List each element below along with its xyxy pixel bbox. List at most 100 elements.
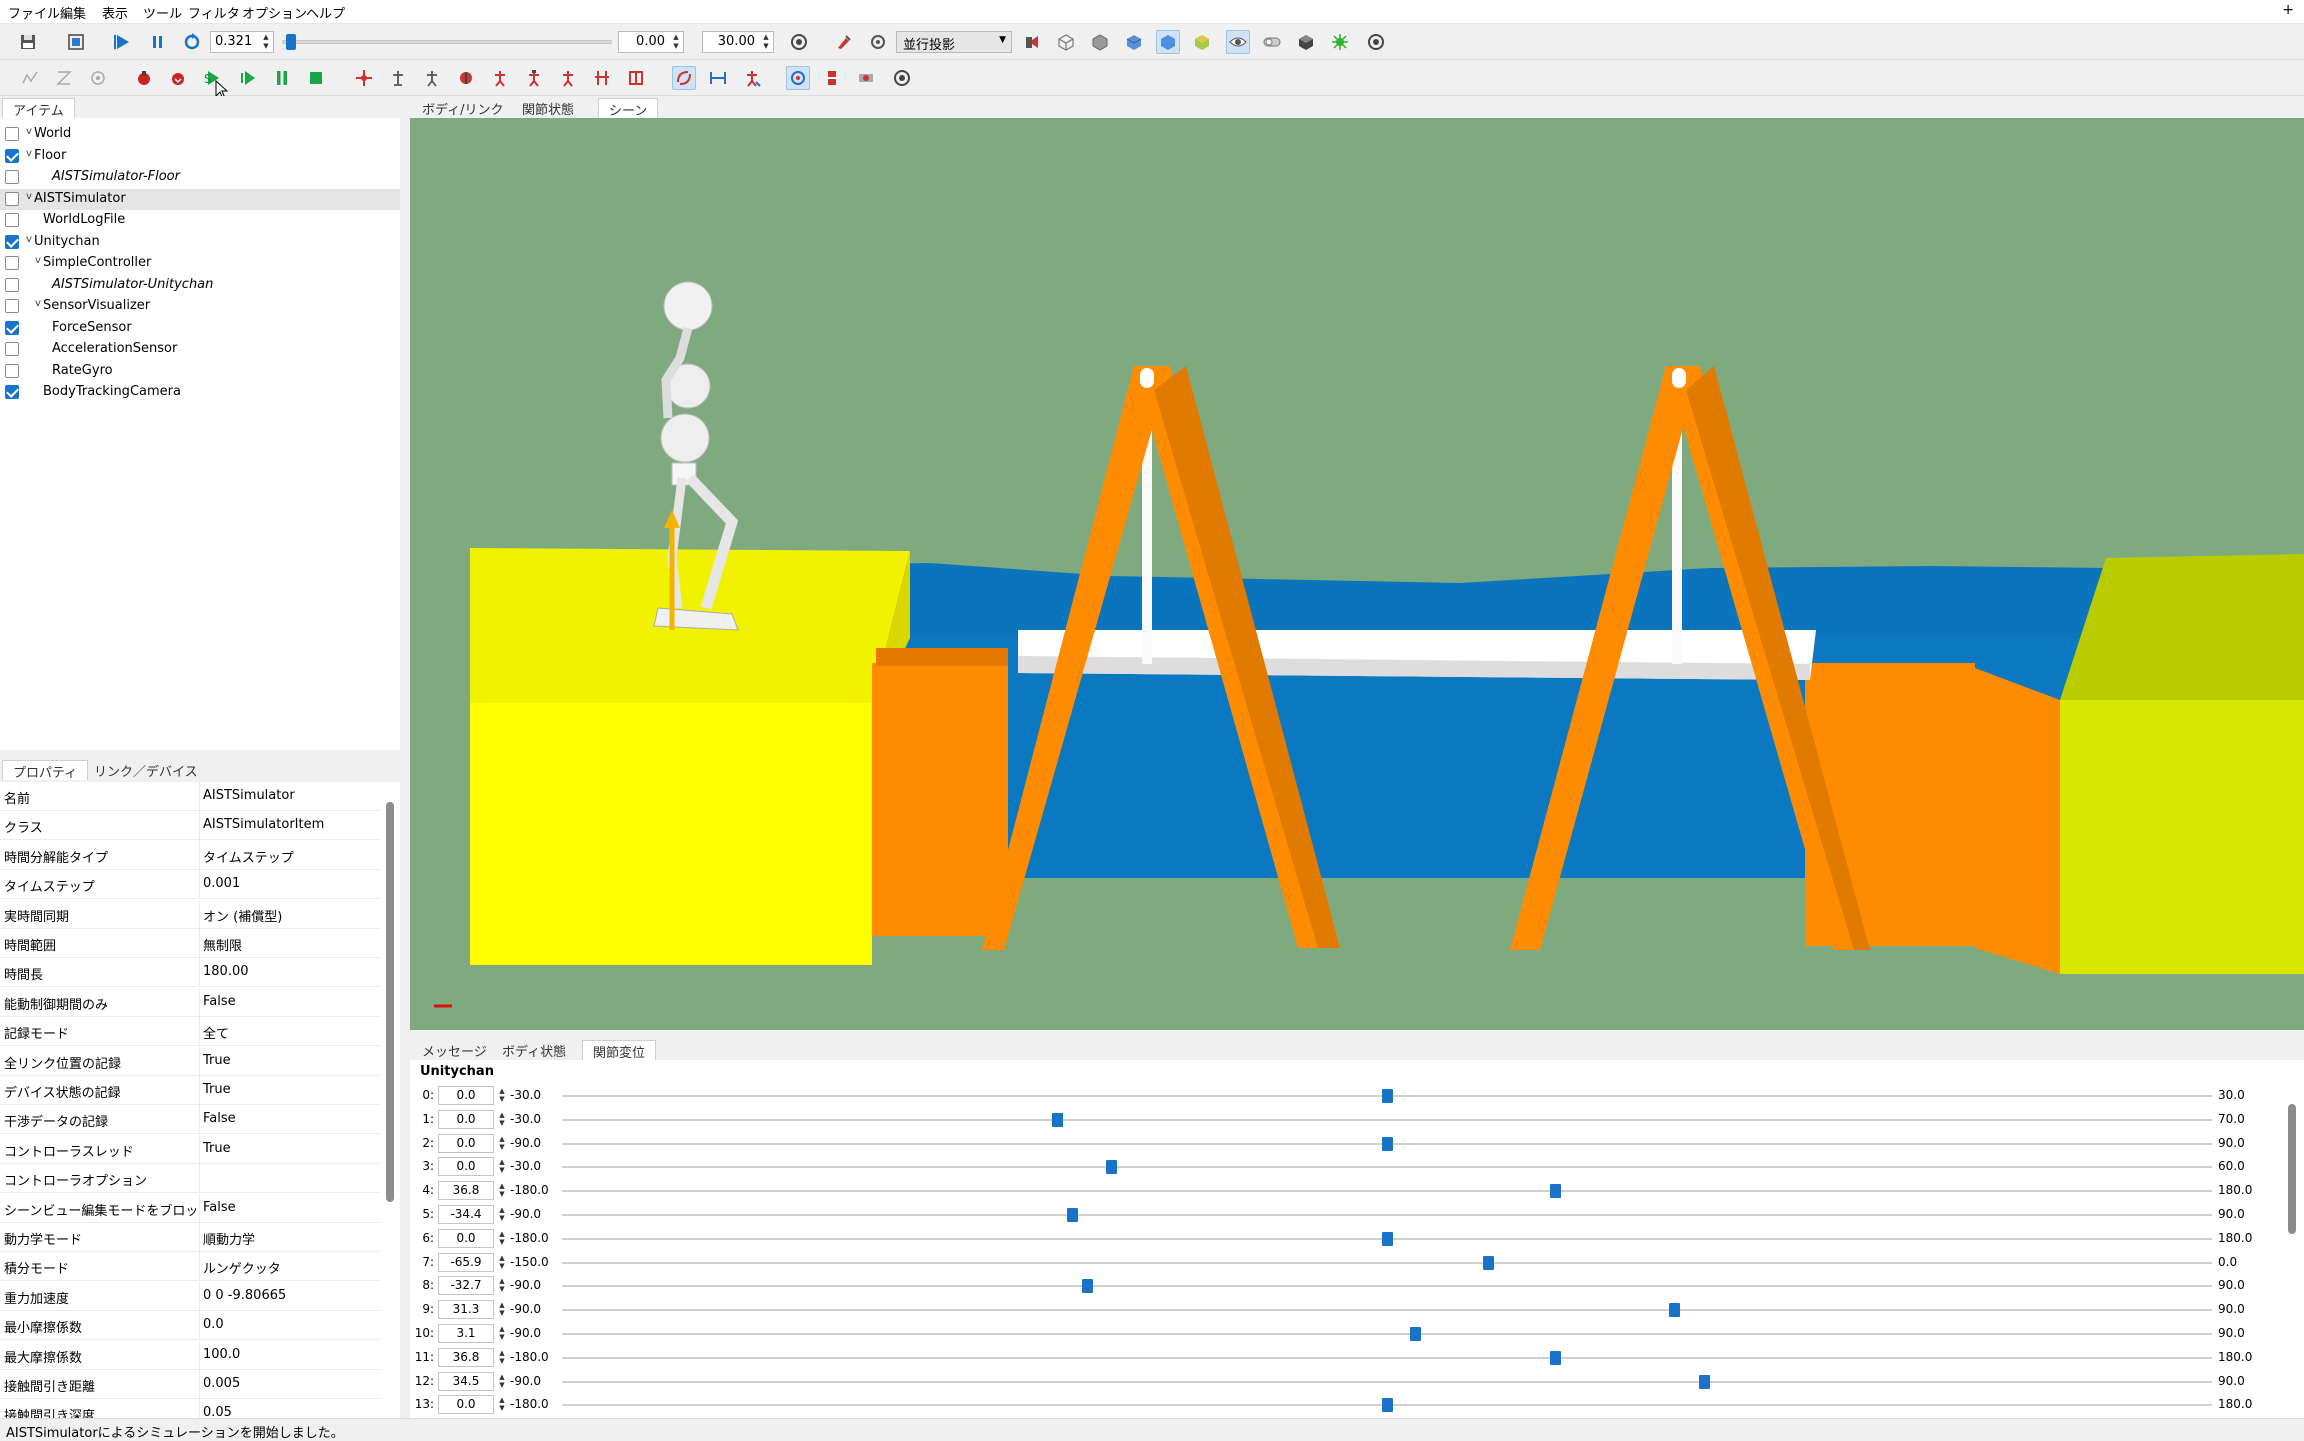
refresh-icon[interactable]	[180, 30, 204, 54]
pose-red1-icon[interactable]	[488, 66, 512, 90]
item-checkbox[interactable]	[5, 320, 19, 335]
joint-value-field[interactable]: 0.0	[438, 1157, 494, 1177]
collision-icon[interactable]	[820, 66, 844, 90]
expand-chevron-icon[interactable]: v	[26, 191, 32, 202]
property-value[interactable]: AISTSimulatorItem	[203, 817, 324, 832]
joint-spinner[interactable]: ▲ ▼	[496, 1325, 508, 1341]
item-checkbox[interactable]	[5, 127, 19, 141]
joint-slider-handle[interactable]	[1669, 1303, 1681, 1318]
property-value[interactable]: 100.0	[203, 1347, 240, 1362]
tab-properties[interactable]: プロパティ	[2, 760, 89, 781]
menu-edit[interactable]: 編集	[60, 3, 86, 22]
joint-spinner[interactable]: ▲ ▼	[496, 1135, 508, 1151]
tree-item[interactable]: v Floor	[0, 146, 400, 167]
tree-item[interactable]: AccelerationSensor	[0, 339, 400, 360]
pose-red5-icon[interactable]	[624, 66, 648, 90]
property-row[interactable]: 記録モード 全て	[0, 1017, 380, 1047]
joint-spinner[interactable]: ▲ ▼	[496, 1349, 508, 1365]
item-checkbox[interactable]	[5, 277, 19, 292]
tab-joint-displacement[interactable]: 関節変位	[582, 1040, 657, 1061]
joint-spinner[interactable]: ▲ ▼	[496, 1277, 508, 1293]
property-row[interactable]: コントローラスレッド True	[0, 1134, 380, 1164]
property-scrollbar[interactable]	[386, 802, 394, 1202]
menu-view[interactable]: 表示	[102, 3, 128, 22]
expand-chevron-icon[interactable]: v	[26, 148, 32, 159]
joint-spinner[interactable]: ▲ ▼	[496, 1254, 508, 1270]
joint-value-field[interactable]: 34.5	[438, 1371, 494, 1391]
expand-chevron-icon[interactable]: v	[35, 298, 41, 309]
pose-red4-icon[interactable]	[590, 66, 614, 90]
tree-item[interactable]: v Unitychan	[0, 232, 400, 253]
joint-slider-track[interactable]	[562, 1356, 2212, 1359]
joint-slider-handle[interactable]	[1550, 1350, 1562, 1365]
property-row[interactable]: クラス AISTSimulatorItem	[0, 811, 380, 841]
property-row[interactable]: コントローラオプション	[0, 1164, 380, 1194]
tree-item[interactable]: v World	[0, 124, 400, 145]
property-row[interactable]: 重力加速度 0 0 -9.80665	[0, 1281, 380, 1311]
property-value[interactable]: False	[203, 1200, 236, 1215]
time-start-field[interactable]: 0.00 ▲ ▼	[618, 31, 684, 53]
time-settings-icon[interactable]	[787, 30, 811, 54]
joint-value-field[interactable]: 3.1	[438, 1324, 494, 1343]
joint-value-field[interactable]: 0.0	[438, 1086, 494, 1105]
tree-item[interactable]: AISTSimulator-Unitychan	[0, 275, 400, 296]
joint-slider-track[interactable]	[562, 1261, 2212, 1264]
joint-slider-handle[interactable]	[1698, 1374, 1710, 1389]
property-row[interactable]: 全リンク位置の記録 True	[0, 1046, 380, 1076]
resume-simulation-icon[interactable]	[236, 66, 260, 90]
joint-slider-track[interactable]	[562, 1309, 2212, 1312]
property-row[interactable]: タイムステップ 0.001	[0, 870, 380, 900]
toggle-icon[interactable]	[1260, 30, 1284, 54]
pose-red3-icon[interactable]	[556, 66, 580, 90]
property-value[interactable]: 無制限	[203, 935, 242, 954]
joint-slider-handle[interactable]	[1081, 1279, 1093, 1294]
joint-slider-track[interactable]	[562, 1214, 2212, 1216]
tab-messages[interactable]: メッセージ	[412, 1040, 497, 1060]
property-row[interactable]: 最大摩擦係数 100.0	[0, 1340, 380, 1370]
wireframe-icon[interactable]	[1054, 30, 1078, 54]
joint-slider-track[interactable]	[562, 1285, 2212, 1288]
joint-slider-track[interactable]	[562, 1166, 2212, 1169]
item-checkbox[interactable]	[5, 213, 19, 227]
joint-value-field[interactable]: 31.3	[438, 1300, 494, 1320]
joint-slider-track[interactable]	[562, 1118, 2212, 1121]
light-icon[interactable]	[1328, 30, 1352, 54]
joint-slider-handle[interactable]	[1382, 1136, 1393, 1151]
property-value[interactable]: True	[203, 1082, 231, 1097]
property-value[interactable]: False	[203, 1111, 236, 1126]
property-row[interactable]: 実時間同期 オン (補償型)	[0, 899, 380, 929]
textured-cube-icon[interactable]	[1190, 30, 1214, 54]
camera-icon[interactable]	[1020, 30, 1044, 54]
property-row[interactable]: 動力学モード 順動力学	[0, 1223, 380, 1252]
property-row[interactable]: 時間分解能タイプ タイムステップ	[0, 840, 380, 870]
joint-range-icon[interactable]	[706, 66, 730, 90]
menu-file[interactable]: ファイル	[8, 3, 60, 22]
property-value[interactable]: False	[203, 994, 236, 1009]
expand-chevron-icon[interactable]: v	[26, 234, 32, 245]
property-row[interactable]: 接触間引き距離 0.005	[0, 1370, 380, 1399]
joint-value-field[interactable]: 0.0	[438, 1109, 494, 1129]
menu-help[interactable]: ヘルプ	[306, 3, 345, 22]
joint-spinner[interactable]: ▲ ▼	[496, 1206, 508, 1222]
menu-tools[interactable]: ツール	[143, 3, 182, 22]
joint-value-field[interactable]: 0.0	[438, 1228, 494, 1248]
open-project-icon[interactable]	[64, 30, 88, 54]
joint-spinner[interactable]: ▲ ▼	[496, 1230, 508, 1246]
body-frame-icon[interactable]	[386, 66, 410, 90]
tree-item[interactable]: BodyTrackingCamera	[0, 382, 400, 403]
joint-slider-handle[interactable]	[1052, 1112, 1063, 1127]
tree-item[interactable]: v SimpleController	[0, 253, 400, 274]
joint-slider-handle[interactable]	[1382, 1089, 1393, 1103]
box-icon[interactable]	[1294, 30, 1318, 54]
joint-value-field[interactable]: 0.0	[438, 1395, 494, 1415]
property-value[interactable]: ルンゲクッタ	[203, 1258, 281, 1277]
joint-slider-track[interactable]	[562, 1190, 2212, 1193]
ik-robot-icon[interactable]	[454, 66, 478, 90]
property-value[interactable]: 0.005	[203, 1376, 240, 1391]
joint-slider-handle[interactable]	[1066, 1208, 1078, 1222]
tree-item[interactable]: RateGyro	[0, 361, 400, 382]
view-settings-icon[interactable]	[1364, 30, 1388, 54]
joint-move-icon[interactable]	[740, 66, 764, 90]
property-row[interactable]: 名前 AISTSimulator	[0, 782, 380, 811]
property-row[interactable]: 接触間引き深度 0.05	[0, 1399, 380, 1418]
